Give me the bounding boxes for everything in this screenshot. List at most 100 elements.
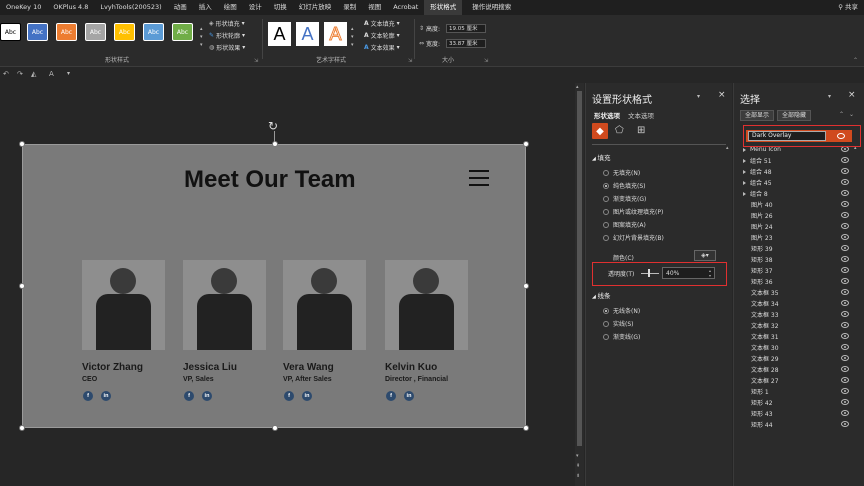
linkedin-icon[interactable]: in [101, 391, 111, 401]
radio-button[interactable] [603, 169, 609, 176]
menu-item[interactable]: Acrobat [387, 0, 424, 15]
customize-icon[interactable]: ▾ [67, 70, 70, 77]
expand-arrow-icon[interactable] [743, 147, 746, 152]
shape-style-swatch[interactable]: Abc [27, 23, 48, 41]
visibility-eye-icon[interactable] [841, 190, 849, 196]
menu-item[interactable]: 视图 [362, 0, 387, 15]
menu-item[interactable]: 动画 [168, 0, 193, 15]
facebook-icon[interactable]: f [386, 391, 396, 401]
menu-icon[interactable] [469, 170, 489, 186]
shape-outline-button[interactable]: ✎ 形状轮廓 ▾ [209, 31, 245, 40]
selection-item[interactable]: 矩形 38 [751, 254, 851, 265]
color-picker-button[interactable]: ◈▾ [694, 250, 716, 261]
selection-item[interactable]: 文本框 34 [751, 298, 851, 309]
fill-option[interactable]: 纯色填充(S) [603, 181, 646, 190]
resize-handle-bl[interactable] [19, 425, 25, 431]
menu-item[interactable]: 设计 [243, 0, 268, 15]
visibility-eye-icon[interactable] [841, 333, 849, 339]
fill-section-header[interactable]: ◢ 填充 [592, 152, 610, 162]
team-member-name[interactable]: Kelvin Kuo [385, 362, 437, 373]
selection-item[interactable]: 矩形 44 [751, 419, 851, 430]
dialog-launcher-icon[interactable]: ⇲ [484, 58, 488, 64]
selection-item[interactable]: 组合 48 [743, 166, 851, 177]
selection-item[interactable]: 矩形 1 [751, 386, 851, 397]
expand-arrow-icon[interactable] [743, 169, 746, 174]
selection-item[interactable]: 文本框 30 [751, 342, 851, 353]
height-input[interactable]: 19.05 厘米 [446, 24, 486, 33]
menu-item[interactable]: OKPlus 4.8 [47, 0, 94, 15]
linkedin-icon[interactable]: in [202, 391, 212, 401]
visibility-eye-icon[interactable] [841, 289, 849, 295]
team-member-role[interactable]: Director , Financial [385, 376, 448, 383]
resize-handle-br[interactable] [523, 425, 529, 431]
selection-item[interactable]: 组合 51 [743, 155, 851, 166]
shape-style-swatch[interactable]: Abc [143, 23, 164, 41]
prev-slide-icon[interactable]: ⇞ [576, 463, 580, 469]
radio-button[interactable] [603, 234, 609, 241]
scroll-down-icon[interactable]: ▾ [576, 453, 579, 459]
line-option[interactable]: 实线(S) [603, 319, 634, 328]
visibility-eye-icon[interactable] [841, 223, 849, 229]
selection-item[interactable]: 文本框 27 [751, 375, 851, 386]
text-size-icon[interactable]: A [49, 70, 54, 78]
redo-icon[interactable]: ↷ [17, 70, 23, 78]
selection-item[interactable]: 组合 45 [743, 177, 851, 188]
visibility-eye-icon[interactable] [841, 256, 849, 262]
radio-button[interactable] [603, 307, 609, 314]
text-effects-button[interactable]: A 文本效果 ▾ [364, 43, 400, 52]
resize-handle-tl[interactable] [19, 141, 25, 147]
team-photo[interactable] [183, 260, 266, 350]
fill-option[interactable]: 渐变填充(G) [603, 194, 646, 203]
pane-options-icon[interactable]: ▾ [828, 93, 831, 100]
team-member-role[interactable]: VP, Sales [183, 376, 214, 383]
slide-scrollbar[interactable]: ▴ ▾ ⇞ ⇟ [575, 83, 584, 486]
team-member-name[interactable]: Vera Wang [283, 362, 334, 373]
radio-button[interactable] [603, 320, 609, 327]
selection-item[interactable]: 文本框 31 [751, 331, 851, 342]
facebook-icon[interactable]: f [83, 391, 93, 401]
close-icon[interactable]: × [718, 90, 726, 100]
selection-item[interactable]: 矩形 39 [751, 243, 851, 254]
team-photo[interactable] [283, 260, 366, 350]
slide-title[interactable]: Meet Our Team [184, 166, 356, 194]
fill-option[interactable]: 无填充(N) [603, 168, 640, 177]
selection-item[interactable]: 图片 40 [751, 199, 851, 210]
undo-icon[interactable]: ↶ [3, 70, 9, 78]
radio-button[interactable] [603, 195, 609, 202]
selection-item[interactable]: 文本框 33 [751, 309, 851, 320]
fill-option[interactable]: 图案填充(A) [603, 220, 646, 229]
menu-item[interactable]: 切换 [268, 0, 293, 15]
next-slide-icon[interactable]: ⇟ [576, 473, 580, 479]
search-box[interactable]: 操作说明搜索 [466, 0, 517, 15]
selection-item[interactable]: 矩形 42 [751, 397, 851, 408]
selection-item[interactable]: 矩形 37 [751, 265, 851, 276]
visibility-eye-icon[interactable] [841, 245, 849, 251]
team-member-name[interactable]: Victor Zhang [82, 362, 143, 373]
visibility-eye-icon[interactable] [841, 179, 849, 185]
facebook-icon[interactable]: f [184, 391, 194, 401]
menu-item[interactable]: 录制 [337, 0, 362, 15]
text-outline-button[interactable]: A 文本轮廓 ▾ [364, 31, 400, 40]
menu-item[interactable]: LvyhTools(200523) [94, 0, 167, 15]
linkedin-icon[interactable]: in [404, 391, 414, 401]
scroll-up-icon[interactable]: ▴ [576, 84, 579, 90]
selection-item[interactable]: 文本框 28 [751, 364, 851, 375]
shape-style-swatch[interactable]: Abc [85, 23, 106, 41]
radio-button[interactable] [603, 333, 609, 340]
visibility-eye-icon[interactable] [841, 267, 849, 273]
pane-options-icon[interactable]: ▾ [697, 93, 700, 100]
send-backward-icon[interactable]: ⌄ [849, 111, 854, 118]
expand-arrow-icon[interactable] [743, 158, 746, 163]
fill-option[interactable]: 图片或纹理填充(P) [603, 207, 663, 216]
shape-style-swatch[interactable]: Abc [0, 23, 21, 41]
close-icon[interactable]: × [848, 90, 856, 100]
shape-style-swatch[interactable]: Abc [56, 23, 77, 41]
visibility-eye-icon[interactable] [841, 322, 849, 328]
selection-item[interactable]: 图片 26 [751, 210, 851, 221]
shape-fill-button[interactable]: ◈ 形状填充 ▾ [209, 19, 245, 28]
visibility-eye-icon[interactable] [841, 366, 849, 372]
share-button[interactable]: ⚲ 共享 [832, 0, 864, 15]
menu-item[interactable]: 幻灯片放映 [293, 0, 338, 15]
collapse-ribbon-icon[interactable]: ⌃ [853, 57, 858, 64]
resize-handle-b[interactable] [272, 425, 278, 431]
